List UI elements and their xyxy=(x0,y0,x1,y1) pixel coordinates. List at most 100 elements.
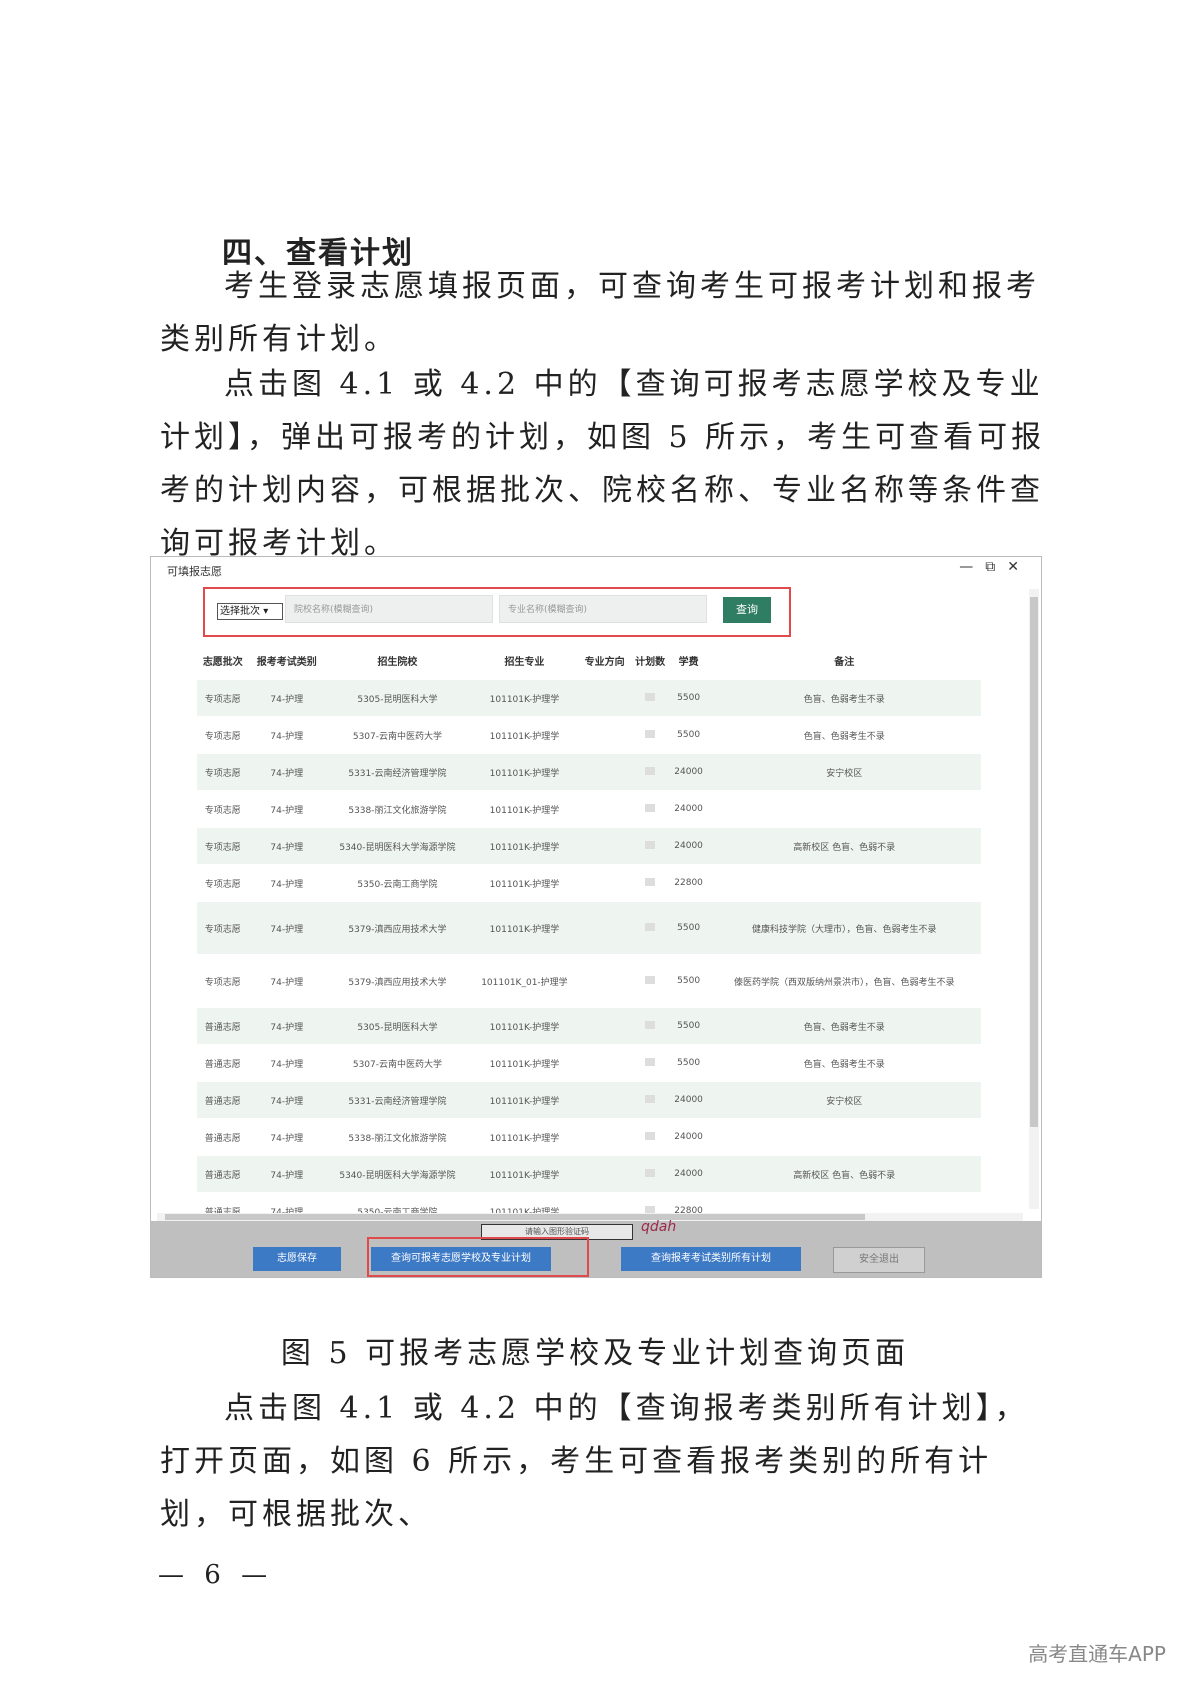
chevron-down-icon: ▾ xyxy=(263,606,269,617)
table-cell: 色盲、色弱考生不录 xyxy=(707,1044,981,1082)
table-row[interactable]: 专项志愿 74-护理 5305-昆明医科大学 101101K-护理学 5500 色盲、色弱… xyxy=(197,679,981,717)
table-cell: 101101K-护理学 xyxy=(470,1118,579,1156)
table-cell xyxy=(630,679,670,717)
table-cell: 5305-昆明医科大学 xyxy=(324,1007,471,1045)
table-cell: 傣医药学院（西双版纳州景洪市），色盲、色弱考生不录 xyxy=(707,954,981,1008)
paragraph-3: 点击图 4.1 或 4.2 中的【查询报考类别所有计划】，打开页面，如图 6 所… xyxy=(160,1391,1029,1532)
table-row[interactable]: 普通志愿 74-护理 5331-云南经济管理学院 101101K-护理学 24000 安宁… xyxy=(197,1081,981,1119)
table-cell: 专项志愿 xyxy=(197,790,249,828)
table-cell: 74-护理 xyxy=(248,716,325,754)
table-cell: 5331-云南经济管理学院 xyxy=(324,753,471,791)
table-cell: 101101K-护理学 xyxy=(470,901,579,955)
table-cell: 74-护理 xyxy=(248,679,325,717)
table-cell xyxy=(578,679,631,717)
maximize-icon[interactable]: ⧉ xyxy=(985,559,1005,575)
redacted-count xyxy=(645,1131,656,1140)
redacted-count xyxy=(645,766,656,775)
table-row[interactable]: 普通志愿 74-护理 5305-昆明医科大学 101101K-护理学 5500 色盲、色弱… xyxy=(197,1007,981,1045)
figure-caption: 图 5 可报考志愿学校及专业计划查询页面 xyxy=(280,1336,910,1371)
table-cell: 5338-丽江文化旅游学院 xyxy=(324,790,471,828)
table-cell: 安宁校区 xyxy=(707,1081,981,1119)
table-cell: 74-护理 xyxy=(248,1118,325,1156)
redacted-count xyxy=(645,840,656,849)
table-cell: 5500 xyxy=(669,901,708,955)
table-row[interactable]: 专项志愿 74-护理 5307-云南中医药大学 101101K-护理学 5500 色盲、色… xyxy=(197,716,981,754)
close-icon[interactable]: ✕ xyxy=(1007,559,1029,575)
table-cell: 74-护理 xyxy=(248,753,325,791)
table-cell: 101101K-护理学 xyxy=(470,753,579,791)
table-cell: 色盲、色弱考生不录 xyxy=(707,679,981,717)
school-name-input[interactable]: 院校名称(模糊查询) xyxy=(285,595,493,623)
major-name-input[interactable]: 专业名称(模糊查询) xyxy=(499,595,707,623)
table-cell: 24000 xyxy=(669,1118,708,1156)
table-cell: 5500 xyxy=(669,679,708,717)
vertical-scrollbar[interactable] xyxy=(1029,589,1039,1209)
table-row[interactable]: 普通志愿 74-护理 5338-丽江文化旅游学院 101101K-护理学 24000 xyxy=(197,1118,981,1156)
scroll-thumb[interactable] xyxy=(1030,597,1038,1127)
column-header: 计划数 xyxy=(635,656,666,668)
table-cell: 5500 xyxy=(669,1007,708,1045)
table-cell: 24000 xyxy=(669,1155,708,1193)
table-cell: 5340-昆明医科大学海源学院 xyxy=(324,1155,471,1193)
table-row[interactable]: 普通志愿 74-护理 5340-昆明医科大学海源学院 101101K-护理学 24000… xyxy=(197,1155,981,1193)
table-row[interactable]: 专项志愿 74-护理 5331-云南经济管理学院 101101K-护理学 24000 安宁… xyxy=(197,753,981,791)
table-cell: 24000 xyxy=(669,1081,708,1119)
table-cell: 74-护理 xyxy=(248,1155,325,1193)
table-cell xyxy=(630,716,670,754)
column-header: 专业方向 xyxy=(584,656,625,668)
redacted-count xyxy=(645,1020,656,1029)
table-cell: 5331-云南经济管理学院 xyxy=(324,1081,471,1119)
table-cell: 专项志愿 xyxy=(197,901,249,955)
table-row[interactable]: 专项志愿 74-护理 5379-滇西应用技术大学 101101K_01-护理学 5500… xyxy=(197,954,981,1008)
window-title: 可填报志愿 xyxy=(167,565,222,578)
table-cell: 101101K_01-护理学 xyxy=(470,954,579,1008)
table-cell: 24000 xyxy=(669,827,708,865)
table-cell: 普通志愿 xyxy=(197,1044,249,1082)
table-cell xyxy=(707,1118,981,1156)
redacted-count xyxy=(645,975,656,984)
save-button[interactable]: 志愿保存 xyxy=(253,1247,341,1271)
table-cell: 色盲、色弱考生不录 xyxy=(707,716,981,754)
scroll-thumb[interactable] xyxy=(165,1214,865,1220)
table-row[interactable]: 专项志愿 74-护理 5338-丽江文化旅游学院 101101K-护理学 24000 xyxy=(197,790,981,828)
table-cell: 安宁校区 xyxy=(707,753,981,791)
query-plan-highlight xyxy=(367,1237,589,1277)
table-cell: 普通志愿 xyxy=(197,1007,249,1045)
table-cell xyxy=(630,1007,670,1045)
table-cell: 专项志愿 xyxy=(197,679,249,717)
redacted-count xyxy=(645,1168,656,1177)
column-header: 备注 xyxy=(834,656,855,668)
table-cell: 101101K-护理学 xyxy=(470,827,579,865)
table-cell xyxy=(630,901,670,955)
logout-button[interactable]: 安全退出 xyxy=(833,1247,925,1273)
query-all-plans-button[interactable]: 查询报考考试类别所有计划 xyxy=(621,1247,801,1271)
batch-select[interactable]: 选择批次 ▾ xyxy=(217,603,283,620)
column-header: 招生专业 xyxy=(504,656,545,668)
minimize-icon[interactable]: — xyxy=(959,559,983,575)
page-number: — 6 — xyxy=(158,1560,274,1590)
plan-table-body: 专项志愿 74-护理 5305-昆明医科大学 101101K-护理学 5500 色盲、色弱… xyxy=(197,679,981,1277)
table-cell xyxy=(707,790,981,828)
table-row[interactable]: 专项志愿 74-护理 5340-昆明医科大学海源学院 101101K-护理学 24000… xyxy=(197,827,981,865)
table-header-row: 志愿批次 报考考试类别 招生院校 招生专业 专业方向 计划数 学费 备注 xyxy=(197,641,981,680)
table-cell: 74-护理 xyxy=(248,901,325,955)
column-header: 志愿批次 xyxy=(202,656,243,668)
horizontal-scrollbar[interactable] xyxy=(157,1213,1023,1221)
table-row[interactable]: 普通志愿 74-护理 5307-云南中医药大学 101101K-护理学 5500 色盲、色… xyxy=(197,1044,981,1082)
table-cell: 74-护理 xyxy=(248,790,325,828)
table-cell: 101101K-护理学 xyxy=(470,1155,579,1193)
table-cell: 24000 xyxy=(669,790,708,828)
table-row[interactable]: 专项志愿 74-护理 5350-云南工商学院 101101K-护理学 22800 xyxy=(197,864,981,902)
table-cell: 健康科技学院（大理市），色盲、色弱考生不录 xyxy=(707,901,981,955)
redacted-count xyxy=(645,922,656,931)
table-cell xyxy=(578,827,631,865)
table-cell xyxy=(707,864,981,902)
table-cell: 101101K-护理学 xyxy=(470,679,579,717)
table-cell: 101101K-护理学 xyxy=(470,790,579,828)
query-button[interactable]: 查询 xyxy=(723,597,771,623)
table-cell: 5340-昆明医科大学海源学院 xyxy=(324,827,471,865)
table-row[interactable]: 专项志愿 74-护理 5379-滇西应用技术大学 101101K-护理学 5500 健康科… xyxy=(197,901,981,955)
redacted-count xyxy=(645,803,656,812)
table-cell: 101101K-护理学 xyxy=(470,864,579,902)
table-cell: 专项志愿 xyxy=(197,864,249,902)
